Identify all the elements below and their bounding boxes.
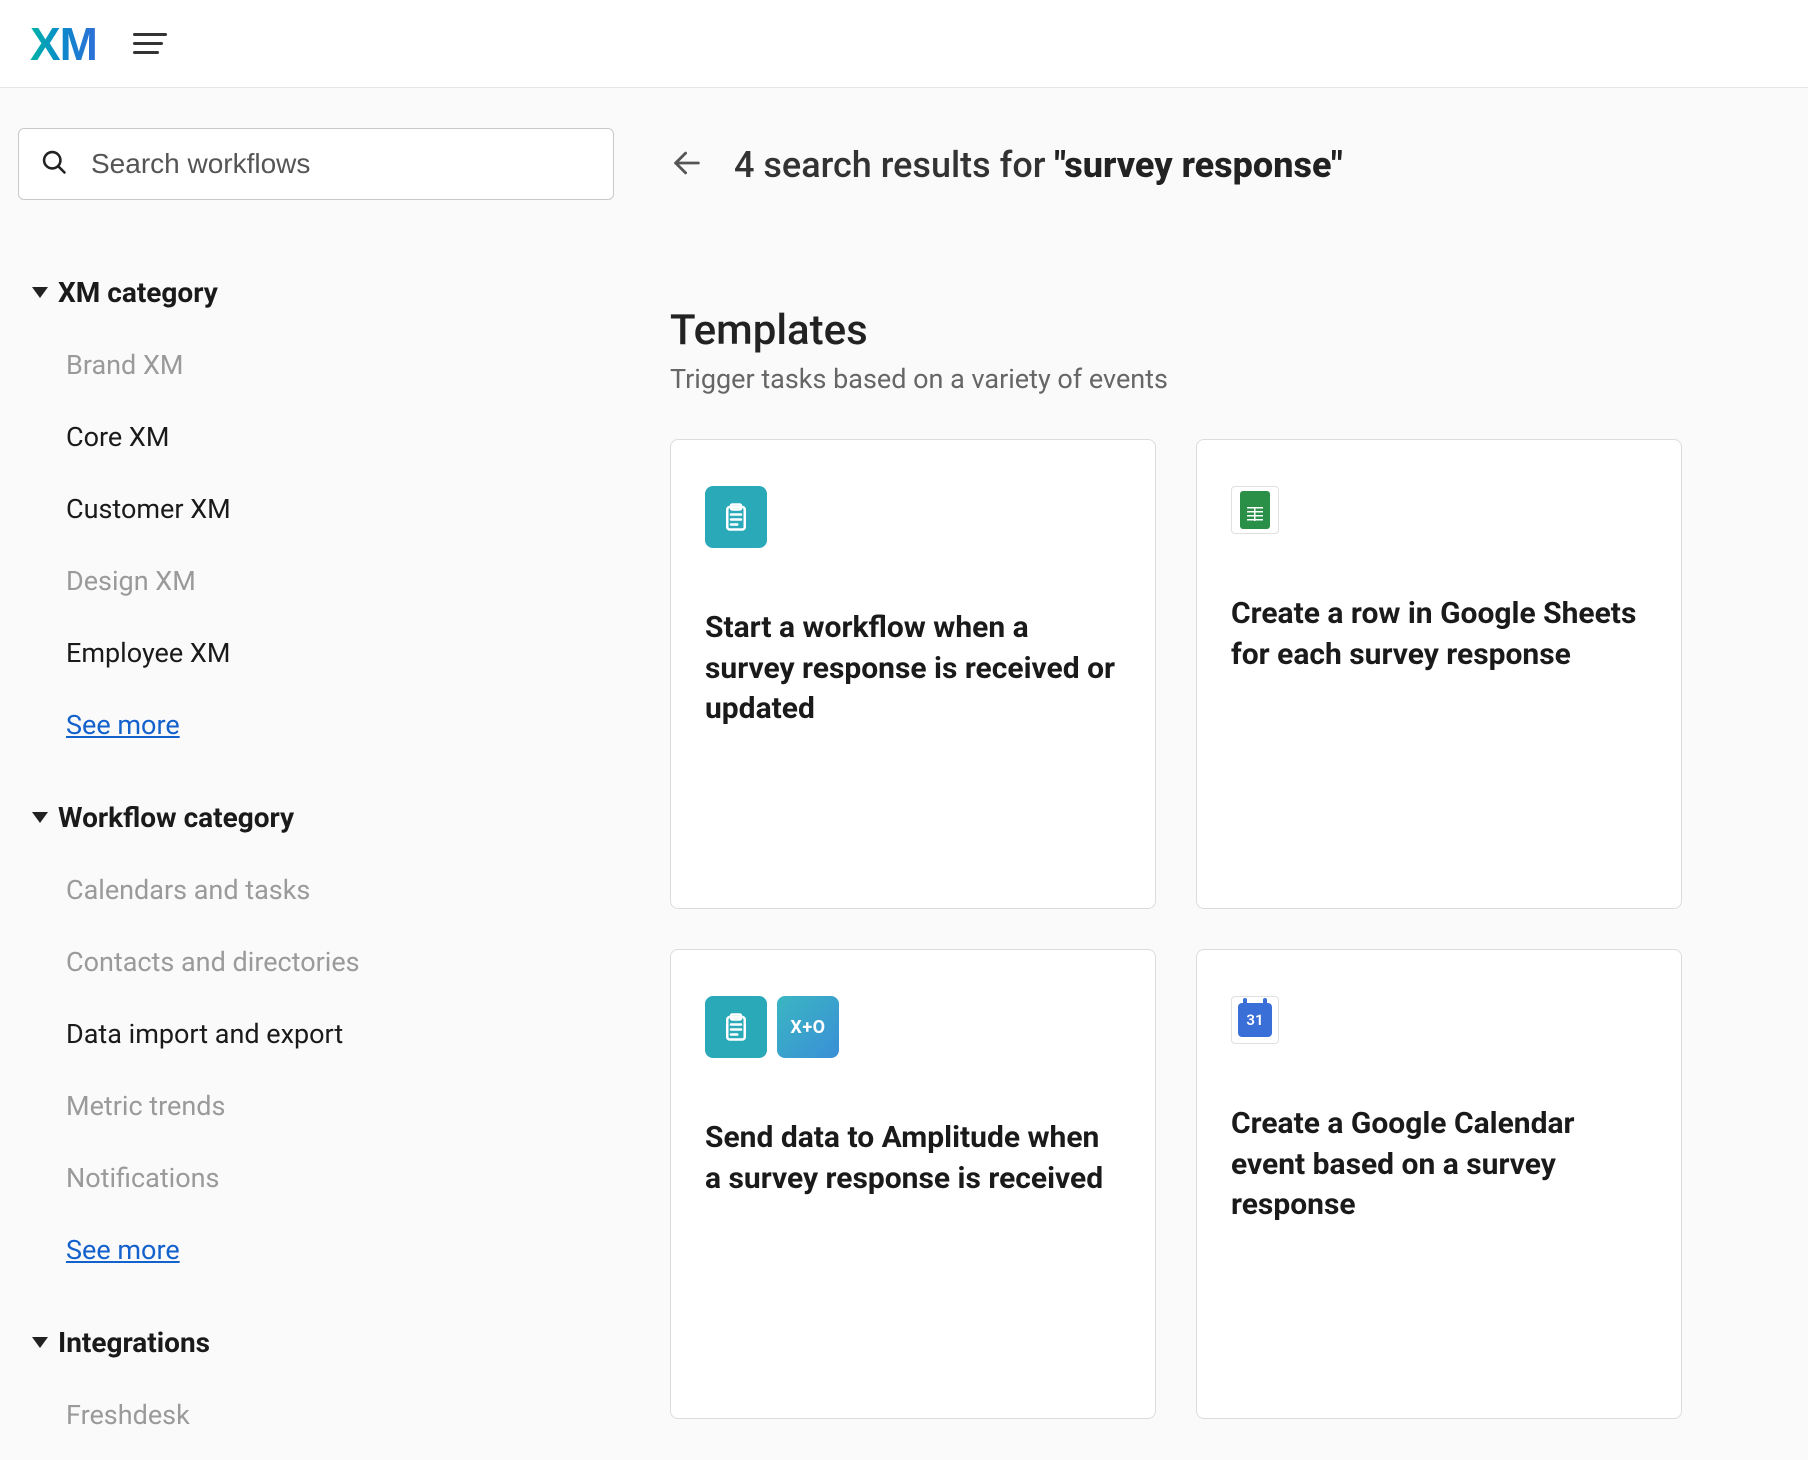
see-more-link[interactable]: See more: [66, 1214, 180, 1302]
filter-item[interactable]: Customer XM: [66, 473, 622, 545]
template-card[interactable]: 31 Create a Google Calendar event based …: [1196, 949, 1682, 1419]
filter-group-integrations: Integrations Freshdesk: [18, 1320, 622, 1451]
filter-item[interactable]: Contacts and directories: [66, 926, 622, 998]
clipboard-icon: [705, 996, 767, 1058]
results-header: 4 search results for "survey response": [670, 144, 1738, 186]
template-card[interactable]: Create a row in Google Sheets for each s…: [1196, 439, 1682, 909]
arrow-left-icon: [670, 146, 704, 180]
caret-down-icon: [32, 1337, 48, 1349]
template-card-title: Start a workflow when a survey response …: [705, 608, 1121, 730]
filter-item[interactable]: Calendars and tasks: [66, 854, 622, 926]
filter-group-items: Brand XM Core XM Customer XM Design XM E…: [18, 329, 622, 777]
filter-item[interactable]: Notifications: [66, 1142, 622, 1214]
filter-group-header[interactable]: XM category: [18, 270, 622, 329]
caret-down-icon: [32, 812, 48, 824]
template-card-title: Send data to Amplitude when a survey res…: [705, 1118, 1121, 1199]
card-icons: [1231, 486, 1647, 534]
card-icons: [705, 486, 1121, 548]
google-sheets-icon: [1231, 486, 1279, 534]
back-button[interactable]: [670, 146, 704, 184]
google-calendar-icon: 31: [1231, 996, 1279, 1044]
filter-group-xm-category: XM category Brand XM Core XM Customer XM…: [18, 270, 622, 777]
logo[interactable]: XM: [30, 17, 97, 71]
filter-group-workflow-category: Workflow category Calendars and tasks Co…: [18, 795, 622, 1302]
filter-item[interactable]: Design XM: [66, 545, 622, 617]
templates-heading: Templates: [670, 306, 1738, 355]
menu-icon[interactable]: [133, 33, 167, 54]
layout: XM category Brand XM Core XM Customer XM…: [0, 88, 1808, 1460]
template-card-title: Create a row in Google Sheets for each s…: [1231, 594, 1647, 675]
template-card[interactable]: Start a workflow when a survey response …: [670, 439, 1156, 909]
main-content: 4 search results for "survey response" T…: [640, 88, 1808, 1460]
filter-group-items: Freshdesk: [18, 1379, 622, 1451]
template-cards: Start a workflow when a survey response …: [670, 439, 1738, 1419]
filter-group-items: Calendars and tasks Contacts and directo…: [18, 854, 622, 1302]
filter-item[interactable]: Employee XM: [66, 617, 622, 689]
amplitude-icon: X+O: [777, 996, 839, 1058]
caret-down-icon: [32, 287, 48, 299]
templates-subheading: Trigger tasks based on a variety of even…: [670, 363, 1738, 395]
filter-item[interactable]: Core XM: [66, 401, 622, 473]
sidebar: XM category Brand XM Core XM Customer XM…: [0, 88, 640, 1460]
card-icons: X+O: [705, 996, 1121, 1058]
filter-group-label: Integrations: [58, 1326, 210, 1359]
filter-group-header[interactable]: Integrations: [18, 1320, 622, 1379]
filter-item[interactable]: Metric trends: [66, 1070, 622, 1142]
search-input[interactable]: [18, 128, 614, 200]
search-icon: [40, 148, 68, 180]
results-query: "survey response": [1054, 144, 1342, 186]
filter-item[interactable]: Freshdesk: [66, 1379, 622, 1451]
filter-group-label: Workflow category: [58, 801, 294, 834]
template-card[interactable]: X+O Send data to Amplitude when a survey…: [670, 949, 1156, 1419]
filter-item[interactable]: Brand XM: [66, 329, 622, 401]
filter-item[interactable]: Data import and export: [66, 998, 622, 1070]
see-more-link[interactable]: See more: [66, 689, 180, 777]
gcal-day: 31: [1238, 1003, 1272, 1037]
results-count-text: 4 search results for: [734, 144, 1054, 186]
clipboard-icon: [705, 486, 767, 548]
filter-group-label: XM category: [58, 276, 218, 309]
card-icons: 31: [1231, 996, 1647, 1044]
results-title: 4 search results for "survey response": [734, 144, 1343, 186]
top-bar: XM: [0, 0, 1808, 88]
search-wrap: [18, 128, 614, 200]
template-card-title: Create a Google Calendar event based on …: [1231, 1104, 1647, 1226]
filter-group-header[interactable]: Workflow category: [18, 795, 622, 854]
